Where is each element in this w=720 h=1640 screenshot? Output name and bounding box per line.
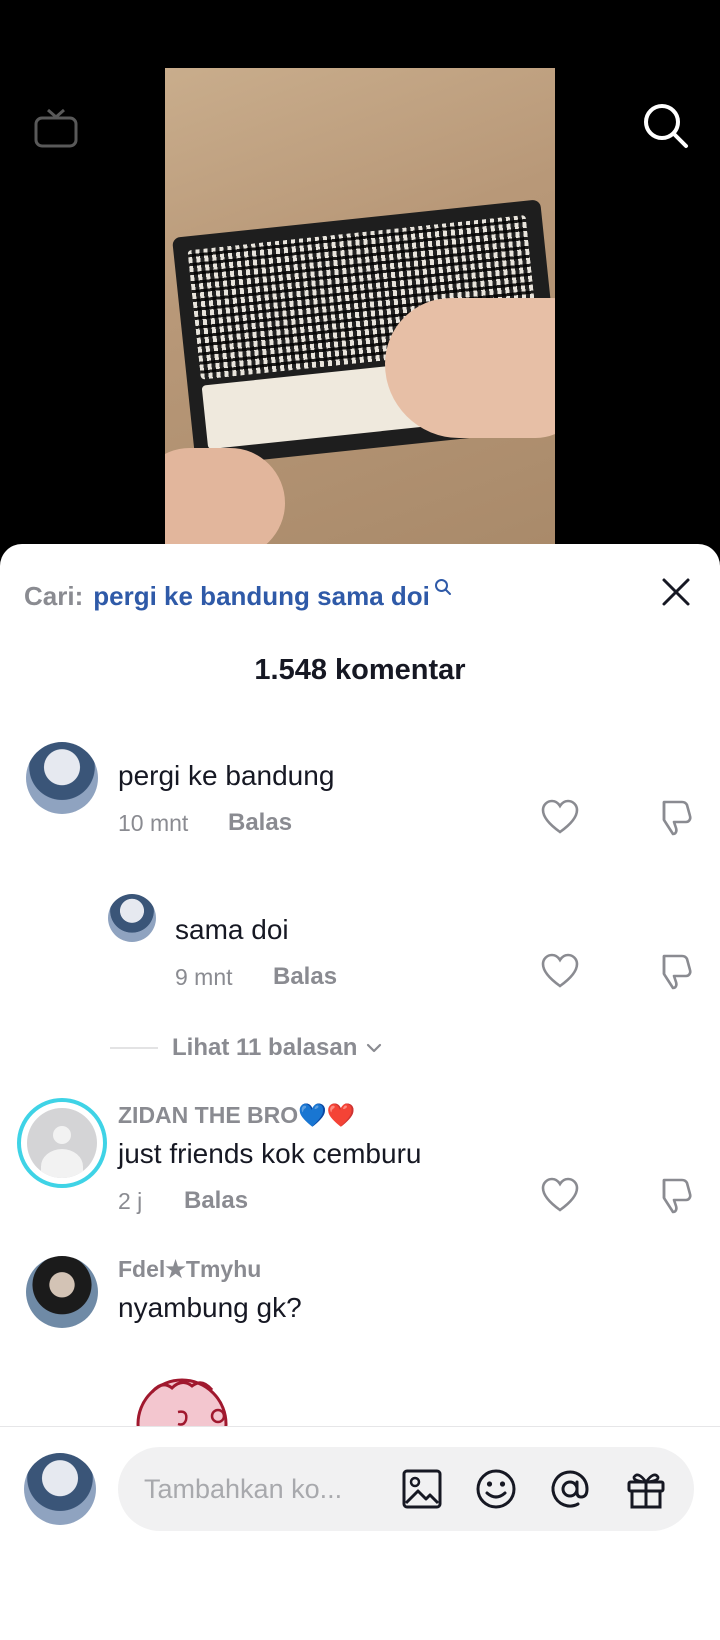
comment-text: nyambung gk? [118, 1292, 302, 1323]
comment-username[interactable]: ZIDAN THE BRO💙❤️ [118, 1102, 355, 1129]
sticker-image[interactable] [132, 1372, 232, 1432]
mention-icon[interactable] [548, 1467, 592, 1511]
comment-text: sama doi [175, 914, 289, 945]
reply-button[interactable]: Balas [228, 809, 292, 837]
comment-time: 9 mnt [175, 964, 233, 990]
view-replies-button[interactable]: Lihat 11 balasan [110, 1034, 383, 1062]
chevron-down-icon [367, 1043, 382, 1053]
reply-comment-item: sama doi 9 mnt Balas [0, 894, 720, 1024]
avatar[interactable] [26, 742, 98, 814]
live-icon[interactable] [32, 104, 80, 152]
reply-button[interactable]: Balas [184, 1187, 248, 1215]
comment-input-container[interactable] [118, 1447, 694, 1531]
avatar[interactable] [26, 1256, 98, 1328]
comment-item: ZIDAN THE BRO💙❤️ just friends kok cembur… [0, 1098, 720, 1228]
heart-icon[interactable] [540, 1176, 580, 1216]
image-icon[interactable] [400, 1467, 444, 1511]
comment-time: 2 j [118, 1188, 143, 1214]
search-icon[interactable] [640, 100, 692, 152]
avatar[interactable] [17, 1098, 107, 1188]
search-suggestion[interactable]: Cari: pergi ke bandung sama doi [24, 576, 452, 616]
comment-item: pergi ke bandung 10 mnt Balas [0, 742, 720, 872]
heart-icon[interactable] [540, 798, 580, 838]
emoji-icon[interactable] [474, 1467, 518, 1511]
comment-input[interactable] [144, 1447, 364, 1531]
dislike-icon[interactable] [656, 798, 696, 838]
reply-button[interactable]: Balas [273, 963, 337, 991]
comment-username[interactable]: Fdel★Tmyhu [118, 1256, 261, 1283]
close-icon[interactable] [656, 572, 696, 612]
comment-time: 10 mnt [118, 810, 189, 836]
comment-text: just friends kok cemburu [118, 1138, 422, 1169]
comment-item: Fdel★Tmyhu nyambung gk? [0, 1256, 720, 1376]
dislike-icon[interactable] [656, 952, 696, 992]
video-player[interactable] [0, 0, 720, 560]
top-nav [0, 100, 720, 160]
gift-icon[interactable] [624, 1467, 668, 1511]
search-query-link[interactable]: pergi ke bandung sama doi [93, 581, 430, 612]
comment-count-title: 1.548 komentar [254, 654, 466, 686]
my-avatar[interactable] [24, 1453, 96, 1525]
search-prefix: Cari: [24, 580, 84, 611]
avatar[interactable] [108, 894, 156, 942]
heart-icon[interactable] [540, 952, 580, 992]
view-replies-label: Lihat 11 balasan [172, 1034, 358, 1061]
comment-text: pergi ke bandung [118, 760, 335, 791]
comment-input-bar [0, 1426, 720, 1640]
search-icon [434, 579, 451, 595]
dislike-icon[interactable] [656, 1176, 696, 1216]
